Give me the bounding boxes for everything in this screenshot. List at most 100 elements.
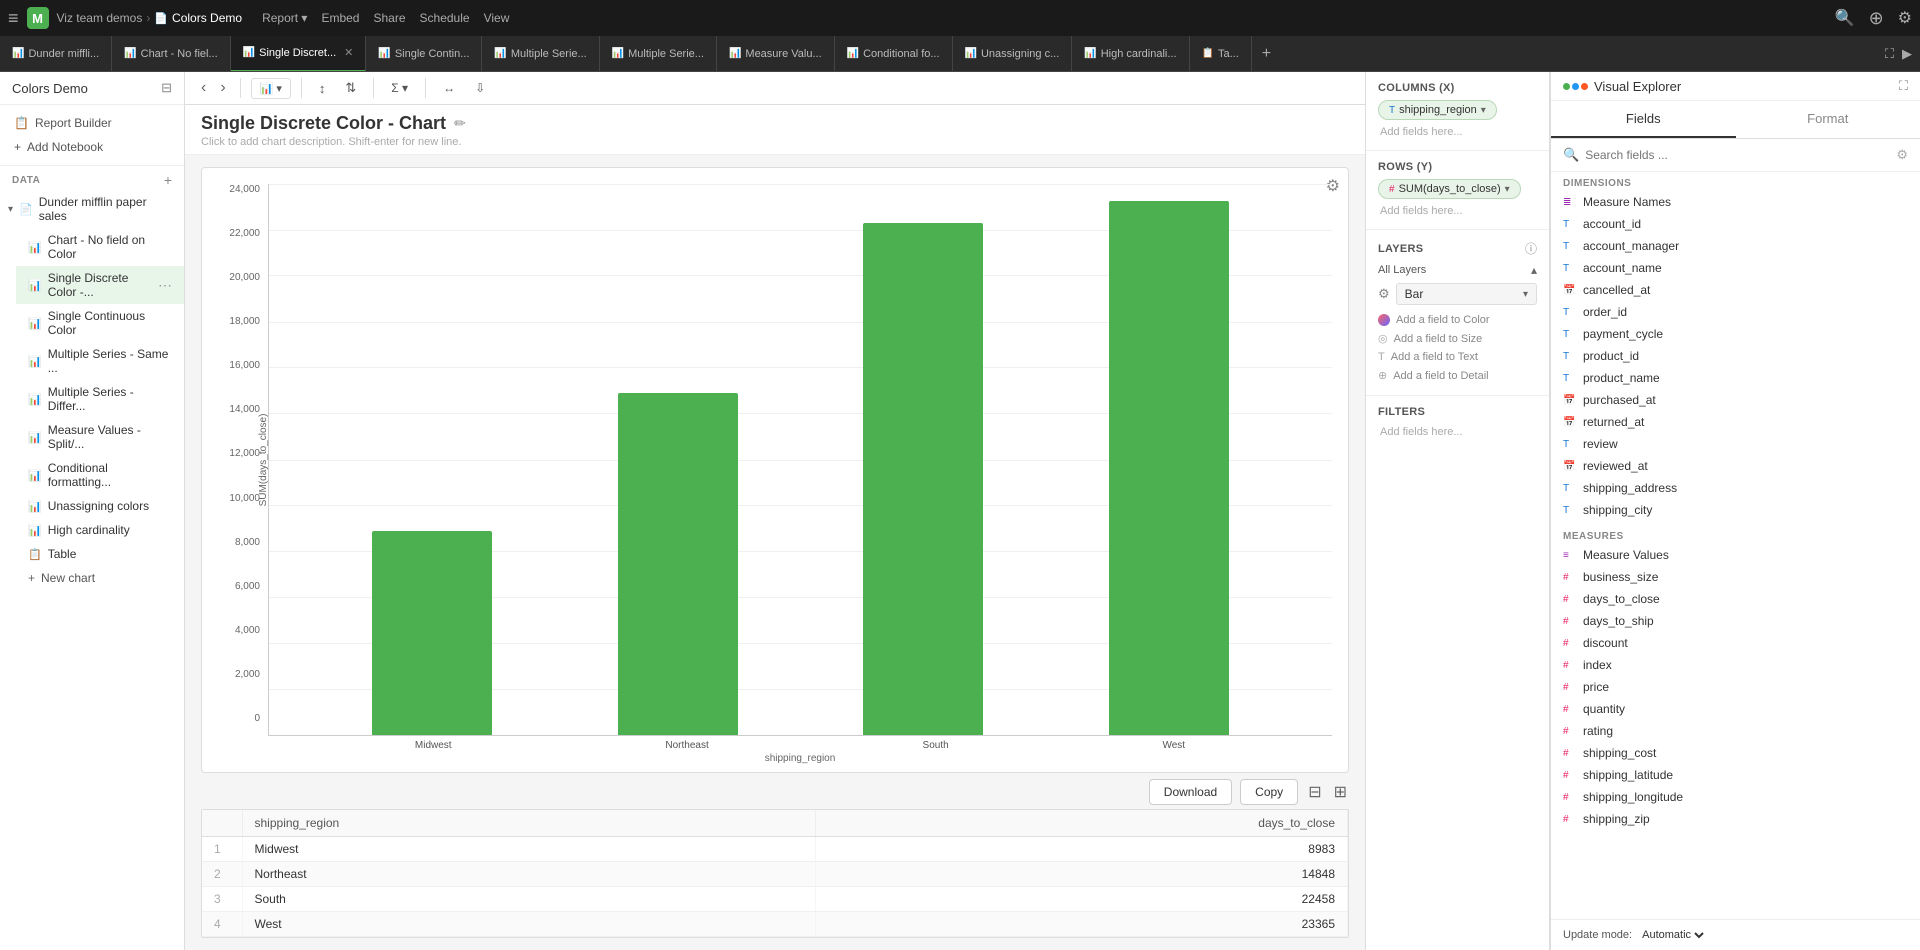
- tab-6[interactable]: 📊 Measure Valu...: [717, 36, 835, 72]
- tab-10[interactable]: 📋 Ta...: [1190, 36, 1252, 72]
- days-col-header[interactable]: days_to_close: [816, 810, 1348, 837]
- sidebar-item-chart-9[interactable]: 📋 Table: [16, 542, 184, 566]
- bar-south[interactable]: [863, 184, 983, 735]
- field-account-id[interactable]: T account_id: [1551, 213, 1920, 235]
- nav-report[interactable]: Report ▾: [262, 11, 307, 25]
- field-rating[interactable]: # rating: [1551, 720, 1920, 742]
- tab-5[interactable]: 📊 Multiple Serie...: [600, 36, 717, 72]
- field-account-name[interactable]: T account_name: [1551, 257, 1920, 279]
- field-discount[interactable]: # discount: [1551, 632, 1920, 654]
- ve-expand-icon[interactable]: ⛶: [1899, 78, 1908, 94]
- rows-add-field[interactable]: Add fields here...: [1378, 203, 1537, 219]
- bar-midwest[interactable]: [372, 184, 492, 735]
- field-reviewed-at[interactable]: 📅 reviewed_at: [1551, 455, 1920, 477]
- field-days-to-ship[interactable]: # days_to_ship: [1551, 610, 1920, 632]
- sidebar-item-chart-1[interactable]: 📊 Single Discrete Color -... ⋯: [16, 266, 184, 304]
- field-days-to-close[interactable]: # days_to_close: [1551, 588, 1920, 610]
- chart-description[interactable]: Click to add chart description. Shift-en…: [201, 136, 1349, 148]
- sidebar-item-chart-8[interactable]: 📊 High cardinality: [16, 518, 184, 542]
- more-options-icon[interactable]: ⋯: [158, 277, 172, 294]
- sidebar-item-chart-2[interactable]: 📊 Single Continuous Color: [16, 304, 184, 342]
- tab-4[interactable]: 📊 Multiple Serie...: [482, 36, 599, 72]
- tab-1[interactable]: 📊 Chart - No fiel...: [112, 36, 230, 72]
- field-measure-names[interactable]: ≣ Measure Names: [1551, 191, 1920, 213]
- new-tab-btn[interactable]: +: [1252, 45, 1281, 63]
- field-price[interactable]: # price: [1551, 676, 1920, 698]
- field-shipping-latitude[interactable]: # shipping_latitude: [1551, 764, 1920, 786]
- pivot-btn[interactable]: ↔: [436, 77, 462, 99]
- field-returned-at[interactable]: 📅 returned_at: [1551, 411, 1920, 433]
- layer-size-row[interactable]: ◎ Add a field to Size: [1378, 329, 1537, 348]
- field-shipping-address[interactable]: T shipping_address: [1551, 477, 1920, 499]
- field-product-id[interactable]: T product_id: [1551, 345, 1920, 367]
- sidebar-item-chart-0[interactable]: 📊 Chart - No field on Color: [16, 228, 184, 266]
- aggregate-btn[interactable]: Σ ▾: [384, 77, 415, 99]
- field-cancelled-at[interactable]: 📅 cancelled_at: [1551, 279, 1920, 301]
- layer-detail-row[interactable]: ⊕ Add a field to Detail: [1378, 366, 1537, 385]
- report-builder-btn[interactable]: 📋 Report Builder: [0, 111, 184, 135]
- nav-view[interactable]: View: [484, 11, 510, 25]
- tab-8[interactable]: 📊 Unassigning c...: [953, 36, 1073, 72]
- sort-asc-btn[interactable]: ↕: [312, 77, 333, 100]
- resize-small-btn[interactable]: ⊟: [1306, 780, 1323, 804]
- search-icon[interactable]: 🔍: [1835, 8, 1855, 28]
- filters-add-field[interactable]: Add fields here...: [1378, 424, 1537, 440]
- edit-title-icon[interactable]: ✏: [454, 115, 466, 132]
- back-btn[interactable]: ‹: [197, 77, 210, 99]
- sidebar-collapse-icon[interactable]: ⊟: [161, 80, 172, 96]
- tab-9[interactable]: 📊 High cardinali...: [1072, 36, 1189, 72]
- field-shipping-city[interactable]: T shipping_city: [1551, 499, 1920, 521]
- copy-btn[interactable]: Copy: [1240, 779, 1298, 805]
- add-data-icon[interactable]: +: [164, 172, 172, 188]
- sort-rows-btn[interactable]: ⇩: [468, 77, 492, 99]
- resize-large-btn[interactable]: ⊞: [1332, 780, 1349, 804]
- layer-text-row[interactable]: T Add a field to Text: [1378, 348, 1537, 366]
- add-notebook-btn[interactable]: + Add Notebook: [0, 135, 184, 159]
- download-btn[interactable]: Download: [1149, 779, 1232, 805]
- field-quantity[interactable]: # quantity: [1551, 698, 1920, 720]
- tab-format[interactable]: Format: [1736, 101, 1920, 138]
- field-review[interactable]: T review: [1551, 433, 1920, 455]
- columns-field-chip[interactable]: T shipping_region ▾: [1378, 100, 1497, 120]
- field-business-size[interactable]: # business_size: [1551, 566, 1920, 588]
- field-shipping-cost[interactable]: # shipping_cost: [1551, 742, 1920, 764]
- chip-dropdown-icon-2[interactable]: ▾: [1505, 184, 1510, 195]
- data-source-item[interactable]: ▾ 📄 Dunder mifflin paper sales: [0, 190, 184, 228]
- field-measure-values[interactable]: ≡ Measure Values: [1551, 544, 1920, 566]
- sidebar-item-chart-6[interactable]: 📊 Conditional formatting...: [16, 456, 184, 494]
- bar-west[interactable]: [1109, 184, 1229, 735]
- rows-field-chip[interactable]: # SUM(days_to_close) ▾: [1378, 179, 1521, 199]
- sidebar-item-chart-4[interactable]: 📊 Multiple Series - Differ...: [16, 380, 184, 418]
- field-product-name[interactable]: T product_name: [1551, 367, 1920, 389]
- layers-collapse-icon[interactable]: ▴: [1531, 263, 1537, 277]
- add-icon[interactable]: ⊕: [1869, 8, 1884, 29]
- nav-embed[interactable]: Embed: [321, 11, 359, 25]
- field-payment-cycle[interactable]: T payment_cycle: [1551, 323, 1920, 345]
- viz-type-btn[interactable]: 📊 ▾: [251, 78, 291, 99]
- present-icon[interactable]: ▶: [1902, 46, 1912, 62]
- region-col-header[interactable]: shipping_region: [242, 810, 816, 837]
- chip-dropdown-icon[interactable]: ▾: [1481, 105, 1486, 116]
- new-chart-btn[interactable]: + New chart: [16, 566, 184, 590]
- update-mode-select[interactable]: Automatic Manual: [1638, 928, 1707, 942]
- tab-fields[interactable]: Fields: [1551, 101, 1736, 138]
- layer-settings-icon[interactable]: ⚙: [1378, 286, 1390, 302]
- field-order-id[interactable]: T order_id: [1551, 301, 1920, 323]
- nav-schedule[interactable]: Schedule: [420, 11, 470, 25]
- bar-northeast[interactable]: [618, 184, 738, 735]
- columns-add-field[interactable]: Add fields here...: [1378, 124, 1537, 140]
- field-purchased-at[interactable]: 📅 purchased_at: [1551, 389, 1920, 411]
- settings-icon[interactable]: ⚙: [1898, 8, 1912, 28]
- forward-btn[interactable]: ›: [216, 77, 229, 99]
- sidebar-item-chart-7[interactable]: 📊 Unassigning colors: [16, 494, 184, 518]
- sidebar-item-chart-3[interactable]: 📊 Multiple Series - Same ...: [16, 342, 184, 380]
- tab-close-2[interactable]: ✕: [344, 46, 353, 59]
- tab-3[interactable]: 📊 Single Contin...: [366, 36, 482, 72]
- field-account-manager[interactable]: T account_manager: [1551, 235, 1920, 257]
- layer-color-row[interactable]: Add a field to Color: [1378, 311, 1537, 329]
- field-shipping-longitude[interactable]: # shipping_longitude: [1551, 786, 1920, 808]
- tab-7[interactable]: 📊 Conditional fo...: [835, 36, 953, 72]
- nav-share[interactable]: Share: [373, 11, 405, 25]
- tab-0[interactable]: 📊 Dunder miffli...: [0, 36, 112, 72]
- field-index[interactable]: # index: [1551, 654, 1920, 676]
